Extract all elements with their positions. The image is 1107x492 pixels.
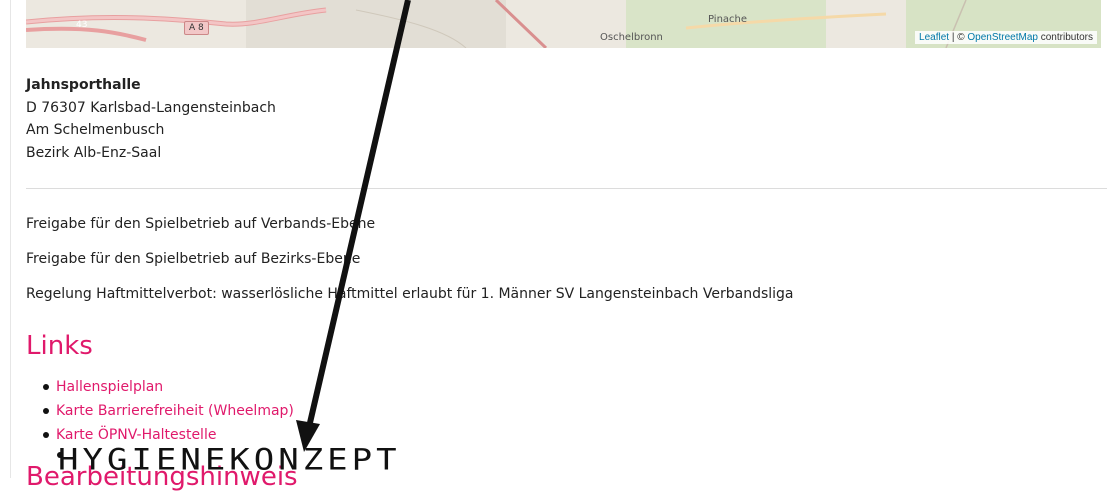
release-bezirk-text: Freigabe für den Spielbetrieb auf Bezirk… <box>26 251 361 267</box>
link-oepnv[interactable]: Karte ÖPNV-Haltestelle <box>56 427 216 443</box>
link-hallenspielplan[interactable]: Hallenspielplan <box>56 379 163 395</box>
links-list: Hallenspielplan Karte Barrierefreiheit (… <box>43 375 294 447</box>
address-block: Jahnsporthalle D 76307 Karlsbad-Langenst… <box>26 74 276 164</box>
venue-name: Jahnsporthalle <box>26 77 141 93</box>
address-line-district: Bezirk Alb-Enz-Saal <box>26 144 162 161</box>
divider <box>26 188 1107 189</box>
links-heading: Links <box>26 331 93 361</box>
address-line-street: Am Schelmenbusch <box>26 122 165 138</box>
handwritten-annotation: HYGIENEKONZEPT <box>58 443 401 477</box>
release-verband-text: Freigabe für den Spielbetrieb auf Verban… <box>26 216 376 232</box>
osm-link[interactable]: OpenStreetMap <box>967 32 1038 43</box>
list-item: Karte Barrierefreiheit (Wheelmap) <box>43 399 294 423</box>
haftmittel-rule-text: Regelung Haftmittelverbot: wasserlöslich… <box>26 286 794 302</box>
map[interactable]: 43 A 8 Oschelbronn Pinache Leaflet | © O… <box>26 0 1101 48</box>
map-attribution: Leaflet | © OpenStreetMap contributors <box>915 31 1097 44</box>
leaflet-link[interactable]: Leaflet <box>919 32 949 43</box>
address-line-city: D 76307 Karlsbad-Langensteinbach <box>26 99 276 116</box>
road-a8-label: A 8 <box>184 21 209 35</box>
place-pinache: Pinache <box>708 14 748 25</box>
place-oschelbronn: Oschelbronn <box>600 32 663 43</box>
list-item: Hallenspielplan <box>43 375 294 399</box>
page-border <box>10 0 11 478</box>
road-43-label: 43 <box>76 20 88 30</box>
attribution-suffix: contributors <box>1037 32 1093 43</box>
attribution-separator: | © <box>949 32 968 43</box>
link-wheelmap[interactable]: Karte Barrierefreiheit (Wheelmap) <box>56 403 294 419</box>
